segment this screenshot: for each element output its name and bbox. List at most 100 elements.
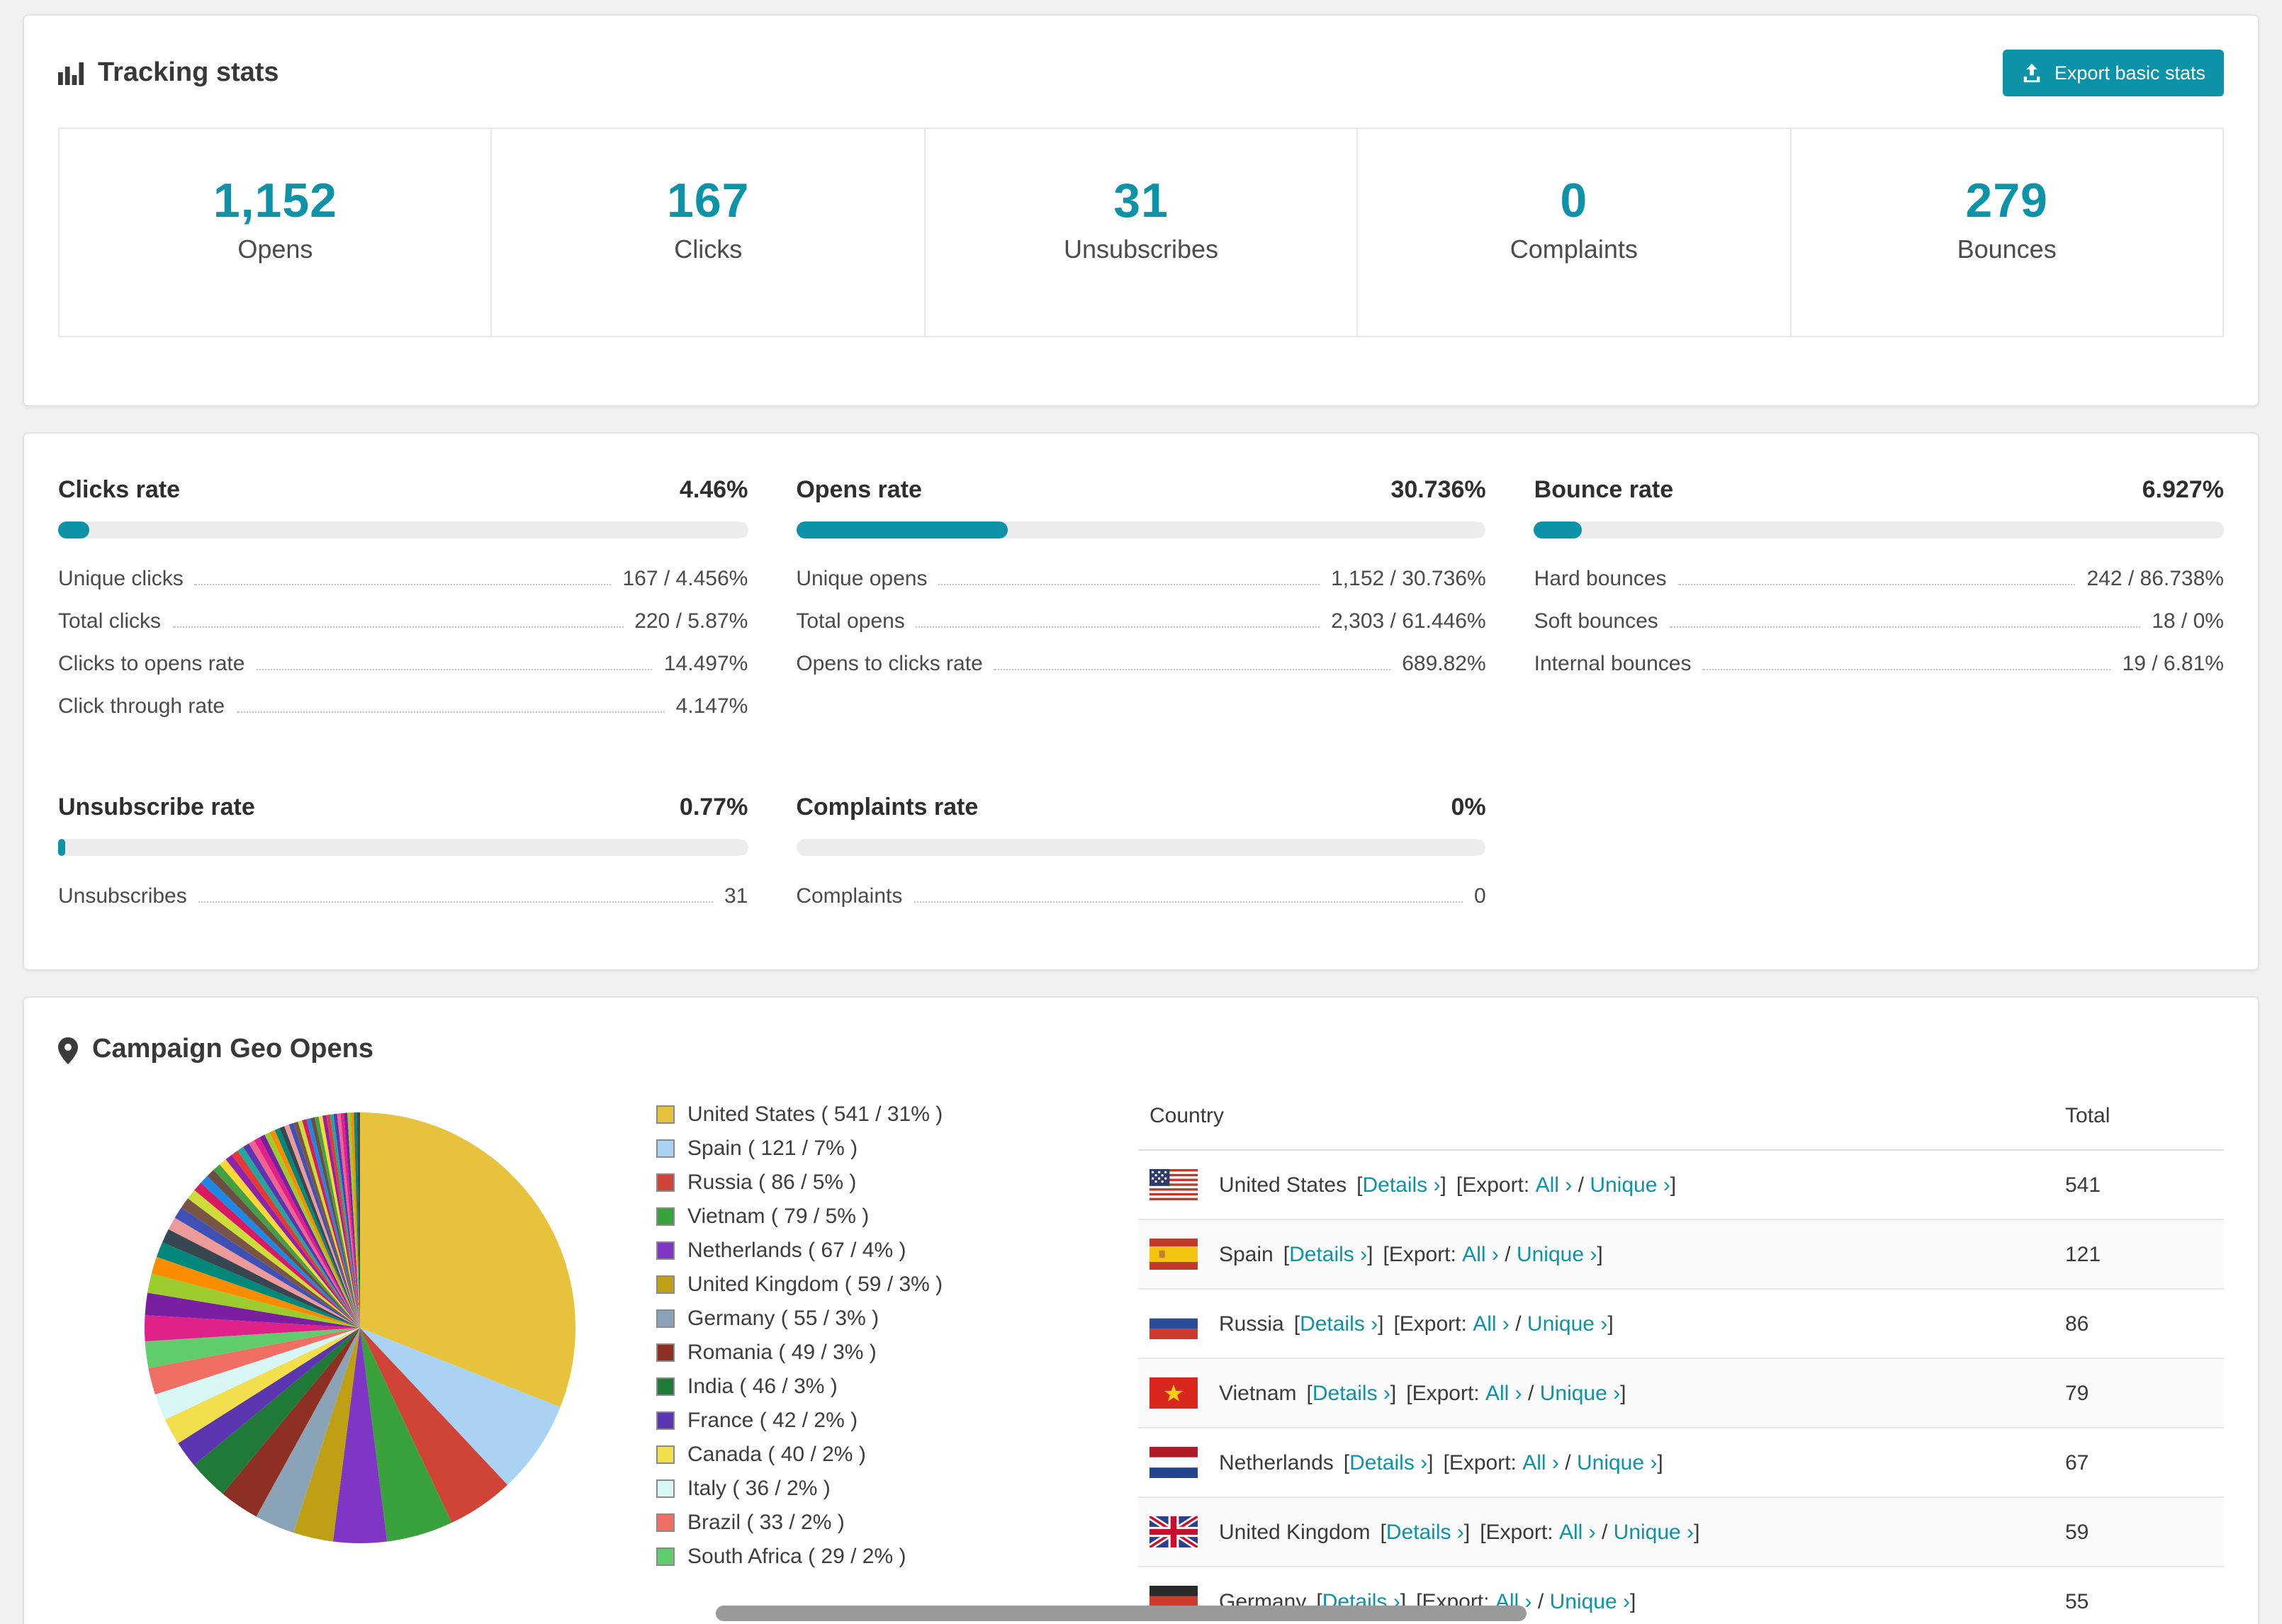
rate-stat-value: 19 / 6.81% [2122,652,2224,676]
legend-item[interactable]: Brazil ( 33 / 2% ) [656,1511,1081,1535]
rate-progress-fill [1534,521,1583,538]
export-all-link[interactable]: All › [1536,1173,1573,1197]
legend-item[interactable]: Romania ( 49 / 3% ) [656,1341,1081,1365]
legend-label: Romania ( 49 / 3% ) [687,1341,877,1365]
legend-label: United States ( 541 / 31% ) [687,1103,943,1127]
rates-grid: Clicks rate 4.46% Unique clicks 167 / 4.… [58,476,2224,927]
export-unique-link[interactable]: Unique › [1577,1450,1657,1474]
stat-value: 279 [1965,174,2048,228]
geo-pie-chart [144,1112,576,1543]
export-basic-stats-button[interactable]: Export basic stats [2003,50,2224,96]
legend-label: India ( 46 / 3% ) [687,1375,838,1399]
rate-stat-row: Unique opens 1,152 / 30.736% [796,567,1485,591]
stat-label: Bounces [1957,235,2057,264]
export-unique-link[interactable]: Unique › [1540,1381,1620,1405]
rate-stat-row: Total opens 2,303 / 61.446% [796,609,1485,633]
legend-label: Germany ( 55 / 3% ) [687,1307,879,1331]
export-all-link[interactable]: All › [1559,1520,1596,1544]
rate-progress-bar [796,839,1486,856]
legend-swatch-icon [656,1139,675,1158]
stat-label: Clicks [674,235,743,264]
geo-table-row: Vietnam [Details ›] [Export: All › / Uni… [1138,1358,2224,1428]
legend-item[interactable]: United Kingdom ( 59 / 3% ) [656,1273,1081,1297]
export-all-link[interactable]: All › [1473,1312,1510,1336]
country-total: 86 [2054,1289,2224,1359]
rate-title: Clicks rate [58,476,180,503]
legend-item[interactable]: Italy ( 36 / 2% ) [656,1477,1081,1501]
export-label: Export: [1485,1520,1553,1544]
rate-stat-label: Total clicks [58,609,162,633]
dotted-leader [256,669,653,670]
legend-item[interactable]: Canada ( 40 / 2% ) [656,1443,1081,1467]
rate-progress-bar [796,521,1486,538]
legend-label: Russia ( 86 / 5% ) [687,1171,857,1195]
geo-opens-title-row: Campaign Geo Opens [58,1034,373,1066]
legend-swatch-icon [656,1343,675,1362]
details-link[interactable]: Details › [1362,1173,1440,1197]
rate-stat-row: Total clicks 220 / 5.87% [58,609,748,633]
horizontal-scrollbar[interactable] [716,1606,1527,1621]
rate-progress-bar [58,839,748,856]
stat-label: Complaints [1510,235,1638,264]
rate-stat-label: Total opens [796,609,905,633]
export-unique-link[interactable]: Unique › [1517,1242,1597,1266]
details-link[interactable]: Details › [1289,1242,1367,1266]
stat-box: 31 Unsubscribes [923,129,1357,336]
rate-stat-value: 689.82% [1402,652,1486,676]
legend-item[interactable]: India ( 46 / 3% ) [656,1375,1081,1399]
legend-item[interactable]: Netherlands ( 67 / 4% ) [656,1239,1081,1263]
details-link[interactable]: Details › [1349,1450,1427,1474]
export-icon [2022,62,2043,84]
rate-stat-label: Soft bounces [1534,609,1658,633]
rate-stat-row: Internal bounces 19 / 6.81% [1534,652,2224,676]
export-all-link[interactable]: All › [1462,1242,1499,1266]
details-link[interactable]: Details › [1386,1520,1464,1544]
dotted-leader [1677,584,2076,585]
legend-item[interactable]: Vietnam ( 79 / 5% ) [656,1205,1081,1229]
stat-box: 279 Bounces [1789,129,2222,336]
map-pin-icon [58,1037,78,1064]
dashboard-viewport: Tracking stats Export basic stats 1,152 … [0,0,2282,1624]
export-unique-link[interactable]: Unique › [1590,1173,1670,1197]
rate-stat-value: 18 / 0% [2152,609,2224,633]
legend-swatch-icon [656,1275,675,1294]
export-unique-link[interactable]: Unique › [1527,1312,1607,1336]
legend-item[interactable]: South Africa ( 29 / 2% ) [656,1545,1081,1569]
details-link[interactable]: Details › [1313,1381,1390,1405]
rate-value: 30.736% [1390,476,1486,503]
export-all-link[interactable]: All › [1485,1381,1522,1405]
details-link[interactable]: Details › [1300,1312,1378,1336]
legend-label: United Kingdom ( 59 / 3% ) [687,1273,943,1297]
export-all-link[interactable]: All › [1522,1450,1559,1474]
country-name: United Kingdom [1219,1520,1371,1544]
dotted-leader [194,584,612,585]
rate-value: 4.46% [679,476,748,503]
dotted-leader [198,901,713,903]
geo-table: Country Total United States [Details ›] … [1138,1083,2224,1624]
stats-summary-row: 1,152 Opens 167 Clicks 31 Unsubscribes 0… [58,128,2224,337]
flag-gb-icon [1150,1516,1198,1547]
legend-item[interactable]: Spain ( 121 / 7% ) [656,1137,1081,1161]
rate-stat-value: 220 / 5.87% [634,609,748,633]
rate-stat-row: Unique clicks 167 / 4.456% [58,567,748,591]
dotted-leader [916,626,1320,628]
legend-item[interactable]: France ( 42 / 2% ) [656,1409,1081,1433]
stat-box: 1,152 Opens [60,129,491,336]
geo-col-country: Country [1138,1083,2054,1151]
country-total: 79 [2054,1358,2224,1428]
legend-item[interactable]: United States ( 541 / 31% ) [656,1103,1081,1127]
rate-stat-value: 2,303 / 61.446% [1331,609,1486,633]
legend-swatch-icon [656,1547,675,1566]
tracking-stats-title: Tracking stats [98,57,279,87]
export-unique-link[interactable]: Unique › [1550,1589,1630,1613]
export-label: Export: [1449,1450,1517,1474]
legend-label: Spain ( 121 / 7% ) [687,1137,858,1161]
legend-item[interactable]: Russia ( 86 / 5% ) [656,1171,1081,1195]
legend-item[interactable]: Germany ( 55 / 3% ) [656,1307,1081,1331]
rate-stat-label: Unique opens [796,567,928,591]
tracking-stats-page: Tracking stats Export basic stats 1,152 … [0,0,2282,1624]
country-name: Spain [1219,1242,1274,1266]
export-unique-link[interactable]: Unique › [1614,1520,1694,1544]
country-name: Netherlands [1219,1450,1334,1474]
geo-table-header-row: Country Total [1138,1083,2224,1151]
